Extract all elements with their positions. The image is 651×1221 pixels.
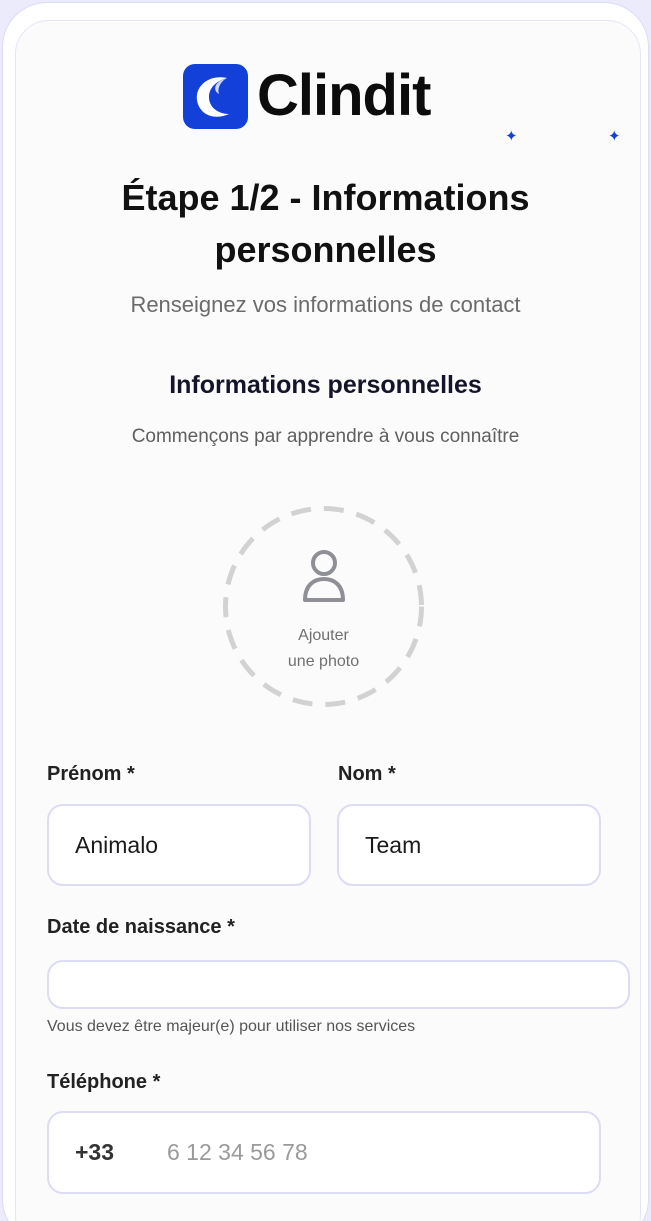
phone-placeholder: 6 12 34 56 78 [167, 1139, 308, 1165]
add-photo-label: Ajouter une photo [222, 623, 425, 675]
section-title: Informations personnelles [169, 371, 482, 399]
section-subtitle: Commençons par apprendre à vous connaîtr… [131, 426, 520, 447]
brand-logo: Clindit ✦ ✦ [183, 63, 621, 144]
last-name-label: Nom * [338, 763, 396, 785]
brand-name: Clindit [257, 63, 431, 128]
last-name-value: Team [365, 831, 422, 858]
first-name-value: Animalo [75, 831, 159, 858]
phone-country-code[interactable]: +33 [75, 1139, 167, 1166]
birth-date-label: Date de naissance * [47, 916, 235, 938]
add-photo-label-line2: une photo [287, 653, 360, 670]
sparkle-icon: ✦ [505, 128, 518, 145]
add-photo-label-line1: Ajouter [298, 627, 349, 644]
birth-date-hint: Vous devez être majeur(e) pour utiliser … [47, 1018, 416, 1035]
last-name-input[interactable]: Team [337, 804, 601, 886]
birth-date-input[interactable] [47, 960, 630, 1009]
page-title: Étape 1/2 - Informations personnelles [121, 177, 530, 270]
sparkle-icon: ✦ [608, 128, 621, 145]
add-photo-button[interactable]: Ajouter une photo [222, 505, 425, 708]
first-name-input[interactable]: Animalo [47, 804, 311, 886]
phone-input[interactable]: +33 6 12 34 56 78 [47, 1111, 601, 1194]
clindit-logo-icon [183, 63, 248, 129]
first-name-label: Prénom * [47, 763, 135, 785]
page-subtitle: Renseignez vos informations de contact [130, 292, 521, 317]
user-icon [303, 550, 345, 602]
phone-label: Téléphone * [47, 1071, 161, 1093]
